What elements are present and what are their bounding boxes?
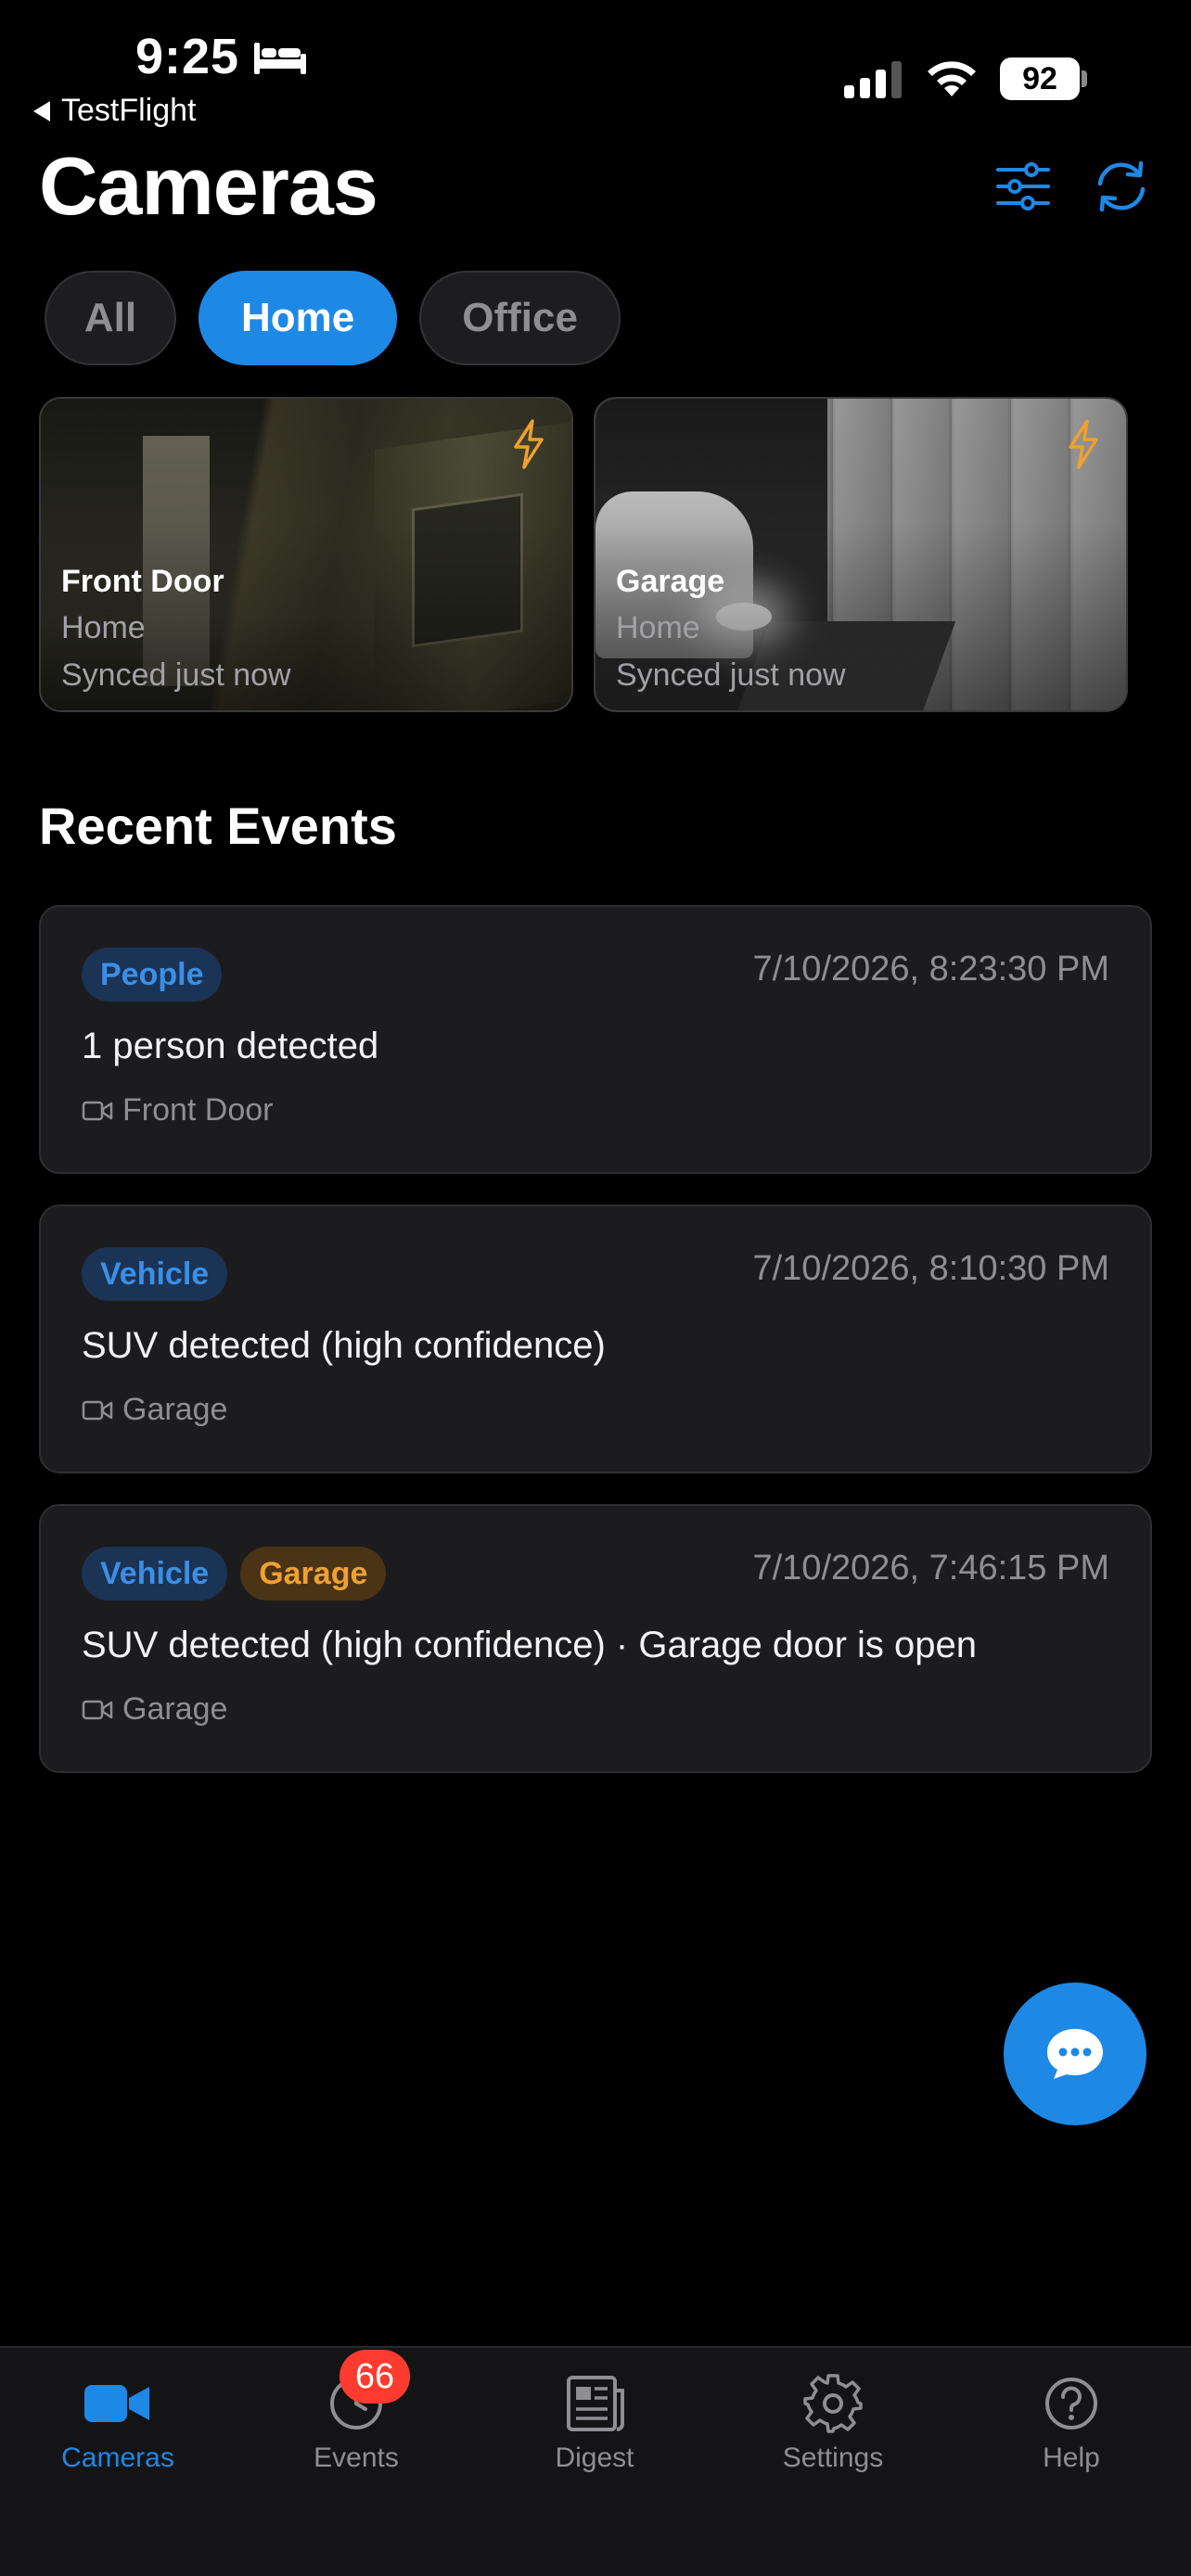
event-timestamp: 7/10/2026, 8:23:30 PM — [752, 950, 1109, 988]
refresh-button[interactable] — [1089, 154, 1154, 219]
battery-level: 92 — [1000, 57, 1080, 100]
bolt-icon — [514, 419, 544, 469]
event-tag-vehicle: Vehicle — [82, 1247, 228, 1301]
camera-card-front-door[interactable]: Front Door Home Synced just now — [39, 397, 573, 712]
cellular-signal-icon — [844, 61, 902, 98]
tab-bar: Cameras Events Digest Settings Help — [0, 2346, 1191, 2576]
chip-all[interactable]: All — [45, 271, 176, 365]
recent-events-heading: Recent Events — [39, 797, 397, 855]
back-to-testflight-link[interactable]: TestFlight — [33, 93, 197, 129]
chat-assistant-button[interactable] — [1004, 1983, 1146, 2125]
event-camera-name: Front Door — [122, 1092, 274, 1128]
event-timestamp: 7/10/2026, 7:46:15 PM — [752, 1549, 1109, 1588]
newspaper-icon — [567, 2376, 624, 2431]
event-camera-name: Garage — [122, 1691, 228, 1727]
tab-help[interactable]: Help — [979, 2372, 1164, 2474]
event-description: SUV detected (high confidence) — [82, 1325, 606, 1366]
chip-office[interactable]: Office — [419, 271, 621, 365]
event-camera: Garage — [82, 1392, 227, 1428]
group-filter-chips: All Home Office — [45, 271, 621, 365]
battery-nub — [1082, 70, 1087, 87]
filter-settings-button[interactable] — [991, 154, 1056, 219]
bed-icon — [254, 43, 306, 74]
video-camera-icon — [82, 1101, 113, 1120]
events-count-badge: 66 — [339, 2350, 410, 2404]
event-tag-people: People — [82, 948, 223, 1001]
camera-card-garage[interactable]: Garage Home Synced just now — [594, 397, 1128, 712]
sliders-icon — [996, 162, 1050, 210]
status-time: 9:25 — [135, 29, 240, 84]
event-card[interactable]: People 7/10/2026, 8:23:30 PM 1 person de… — [39, 905, 1152, 1174]
bolt-icon — [1069, 419, 1098, 469]
video-camera-icon — [82, 1700, 113, 1719]
camera-name: Front Door — [61, 564, 224, 599]
camera-sync-status: Synced just now — [61, 657, 291, 693]
page-title: Cameras — [39, 140, 378, 232]
video-camera-icon — [84, 2385, 149, 2422]
tab-label: Digest — [555, 2442, 634, 2473]
event-card[interactable]: Vehicle Garage 7/10/2026, 7:46:15 PM SUV… — [39, 1504, 1152, 1773]
battery-indicator: 92 — [1000, 57, 1087, 100]
camera-name: Garage — [616, 564, 725, 599]
video-camera-icon — [82, 1400, 113, 1420]
refresh-icon — [1097, 160, 1146, 212]
chat-bubble-icon — [1047, 2029, 1103, 2079]
gear-icon — [803, 2374, 863, 2433]
event-tag-garage: Garage — [240, 1547, 387, 1600]
event-tag-vehicle: Vehicle — [82, 1547, 228, 1600]
camera-sync-status: Synced just now — [616, 657, 846, 693]
event-description: SUV detected (high confidence) · Garage … — [82, 1625, 978, 1665]
event-camera-name: Garage — [122, 1392, 228, 1427]
tab-label: Cameras — [61, 2442, 174, 2473]
back-arrow-icon — [33, 100, 50, 121]
tab-label: Settings — [782, 2442, 884, 2473]
event-description: 1 person detected — [82, 1026, 379, 1066]
event-camera: Garage — [82, 1691, 227, 1728]
cameras-screen: 9:25 TestFlight 92 Cameras All Home Offi… — [0, 0, 1191, 2576]
tab-label: Events — [314, 2442, 399, 2473]
tab-label: Help — [1043, 2442, 1100, 2473]
back-label: TestFlight — [61, 93, 197, 128]
camera-group: Home — [616, 610, 700, 645]
camera-group: Home — [61, 610, 146, 645]
wifi-icon — [928, 61, 976, 96]
event-camera: Front Door — [82, 1092, 274, 1129]
tab-cameras[interactable]: Cameras — [25, 2372, 211, 2474]
chip-home[interactable]: Home — [198, 271, 398, 365]
event-timestamp: 7/10/2026, 8:10:30 PM — [752, 1249, 1109, 1288]
tab-digest[interactable]: Digest — [502, 2372, 687, 2474]
tab-settings[interactable]: Settings — [740, 2372, 926, 2474]
event-card[interactable]: Vehicle 7/10/2026, 8:10:30 PM SUV detect… — [39, 1205, 1152, 1473]
help-circle-icon — [1045, 2378, 1097, 2429]
